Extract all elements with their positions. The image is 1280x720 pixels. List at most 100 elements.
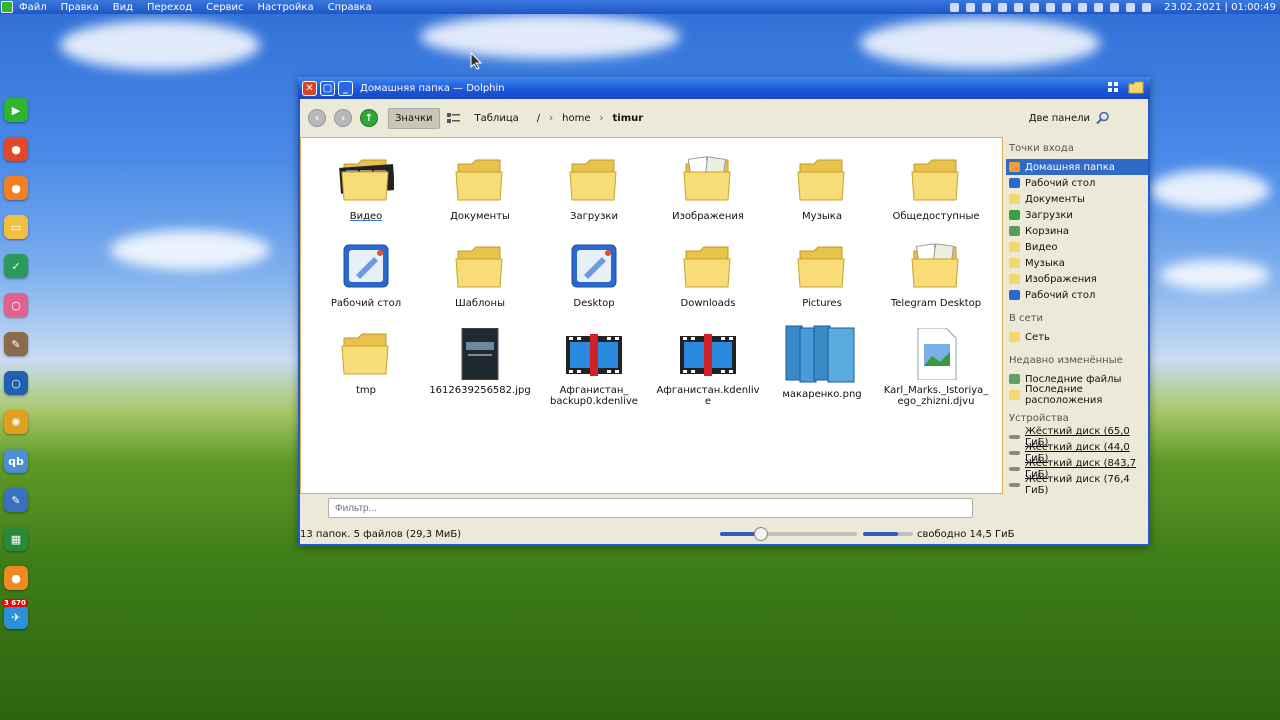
file-item[interactable]: 1612639256582.jpg — [423, 327, 537, 415]
tray-app-icon[interactable] — [1110, 2, 1120, 12]
breadcrumb-home[interactable]: home — [562, 113, 590, 124]
sidebar-item[interactable]: Последние расположения — [1006, 384, 1148, 406]
file-item[interactable]: Афганистан.kdenlive — [651, 328, 765, 415]
zoom-slider-handle[interactable] — [754, 527, 769, 541]
graph-icon[interactable]: ✓ — [4, 254, 28, 278]
file-grid: Видео Документы Загрузки Изображения Музыка О… — [309, 154, 999, 415]
pause-icon[interactable] — [1014, 2, 1024, 12]
globe-icon[interactable]: ○ — [4, 371, 28, 395]
view-icons-button[interactable]: Значки — [388, 107, 440, 129]
sidebar-item[interactable]: Изображения — [1006, 271, 1148, 287]
dock-glyph: ▶ — [11, 103, 21, 117]
document-edit-icon[interactable]: ✎ — [4, 488, 28, 512]
network-icon[interactable] — [1094, 2, 1104, 12]
dual-panel-button[interactable]: Две панели — [1029, 113, 1090, 124]
folder-icon[interactable] — [1128, 81, 1144, 94]
folder-icon — [452, 241, 508, 293]
disc-icon[interactable]: ○ — [4, 293, 28, 317]
bluetooth-icon[interactable] — [1126, 2, 1136, 12]
qbittorrent-icon[interactable]: qb — [4, 449, 28, 473]
file-item[interactable]: tmp — [309, 328, 423, 415]
file-item[interactable]: Общедоступные — [879, 154, 993, 241]
file-item[interactable]: Desktop — [537, 241, 651, 328]
file-label: Видео — [349, 211, 383, 222]
file-item[interactable]: Видео — [309, 154, 423, 241]
file-item[interactable]: Изображения — [651, 154, 765, 241]
file-item[interactable]: Афганистан_ backup0.kdenlive — [537, 328, 651, 415]
dock-glyph: qb — [8, 454, 24, 468]
chrome-icon[interactable]: ● — [4, 137, 28, 161]
file-item[interactable]: Karl_Marks._Istoriya_ ego_zhizni.djvu — [879, 327, 993, 415]
menu-settings[interactable]: Настройка — [257, 2, 313, 13]
menu-view[interactable]: Вид — [113, 2, 133, 13]
file-item[interactable]: Downloads — [651, 241, 765, 328]
menu-tools[interactable]: Сервис — [206, 2, 243, 13]
tray-app-icon[interactable] — [982, 2, 992, 12]
sidebar-item[interactable]: Рабочий стол — [1006, 287, 1148, 303]
gimp-icon[interactable]: ✎ — [4, 332, 28, 356]
sidebar-item[interactable]: Документы — [1006, 191, 1148, 207]
play-icon[interactable]: ▶ — [4, 98, 28, 122]
tray-app-icon[interactable] — [966, 2, 976, 12]
sidebar-item[interactable]: Сеть — [1006, 329, 1148, 345]
file-label: Downloads — [680, 298, 736, 309]
file-item[interactable]: Документы — [423, 154, 537, 241]
book-image-icon — [452, 327, 508, 381]
file-item[interactable]: макаренко.png — [765, 325, 879, 415]
file-label: Загрузки — [570, 211, 618, 222]
filter-input[interactable] — [328, 498, 973, 518]
list-view-icon[interactable] — [446, 112, 460, 124]
dock-glyph: ● — [11, 142, 21, 156]
firefox-icon[interactable]: ● — [4, 176, 28, 200]
file-view[interactable]: Видео Документы Загрузки Изображения Музыка О… — [300, 137, 1003, 494]
up-button[interactable]: ↑ — [360, 109, 378, 127]
sidebar-item[interactable]: Музыка — [1006, 255, 1148, 271]
clock[interactable]: 23.02.2021 | 01:00:49 — [1164, 2, 1276, 13]
sidebar-item[interactable]: Загрузки — [1006, 207, 1148, 223]
window-list-icon[interactable] — [950, 2, 960, 12]
menu-go[interactable]: Переход — [147, 2, 192, 13]
tools-icon[interactable] — [1062, 2, 1072, 12]
window-titlebar[interactable]: ✕ ▢ _ Домашняя папка — Dolphin — [298, 77, 1150, 99]
breadcrumb-current[interactable]: timur — [613, 113, 644, 124]
tray-app-icon[interactable] — [998, 2, 1008, 12]
top-menubar: Файл Правка Вид Переход Сервис Настройка… — [0, 0, 1280, 14]
forward-button[interactable]: › — [334, 109, 352, 127]
app-menu-icon[interactable] — [1, 1, 13, 13]
sidebar-item[interactable]: Рабочий стол — [1006, 175, 1148, 191]
orange-icon[interactable]: ● — [4, 566, 28, 590]
telegram-icon[interactable]: ✈ 3 670 — [2, 599, 28, 629]
tray-app-icon[interactable] — [1046, 2, 1056, 12]
folder-icon[interactable]: ▭ — [4, 215, 28, 239]
menu-file[interactable]: Файл — [19, 2, 47, 13]
file-item[interactable]: Шаблоны — [423, 241, 537, 328]
breadcrumb: / › home › timur — [537, 113, 643, 124]
telegram-tray-icon[interactable] — [1030, 2, 1040, 12]
menu-help[interactable]: Справка — [328, 2, 372, 13]
zoom-slider[interactable] — [720, 527, 857, 541]
sidebar-item[interactable]: Корзина — [1006, 223, 1148, 239]
search-icon[interactable] — [1096, 111, 1110, 125]
maximize-button[interactable]: ▢ — [320, 80, 335, 96]
menu-edit[interactable]: Правка — [61, 2, 99, 13]
view-table-button[interactable]: Таблица — [475, 113, 519, 124]
file-item[interactable]: Загрузки — [537, 154, 651, 241]
hard-disk-icon — [1009, 467, 1020, 471]
sidebar-item[interactable]: Жёсткий диск (76,4 ГиБ) — [1006, 474, 1148, 496]
grid-icon[interactable] — [1107, 81, 1120, 94]
file-item[interactable]: Telegram Desktop — [879, 241, 993, 328]
folder-icon — [680, 241, 736, 293]
color-wheel-icon[interactable]: ✺ — [4, 410, 28, 434]
minimize-button[interactable]: _ — [338, 80, 353, 96]
volume-icon[interactable] — [1078, 2, 1088, 12]
sidebar-item[interactable]: Домашняя папка — [1006, 159, 1148, 175]
file-item[interactable]: Pictures — [765, 241, 879, 328]
back-button[interactable]: ‹ — [308, 109, 326, 127]
close-button[interactable]: ✕ — [302, 80, 317, 96]
breadcrumb-root[interactable]: / — [537, 113, 540, 124]
chevron-down-icon[interactable] — [1142, 2, 1152, 12]
image-viewer-icon[interactable]: ▦ — [4, 527, 28, 551]
file-item[interactable]: Музыка — [765, 154, 879, 241]
sidebar-item[interactable]: Видео — [1006, 239, 1148, 255]
file-item[interactable]: Рабочий стол — [309, 241, 423, 328]
